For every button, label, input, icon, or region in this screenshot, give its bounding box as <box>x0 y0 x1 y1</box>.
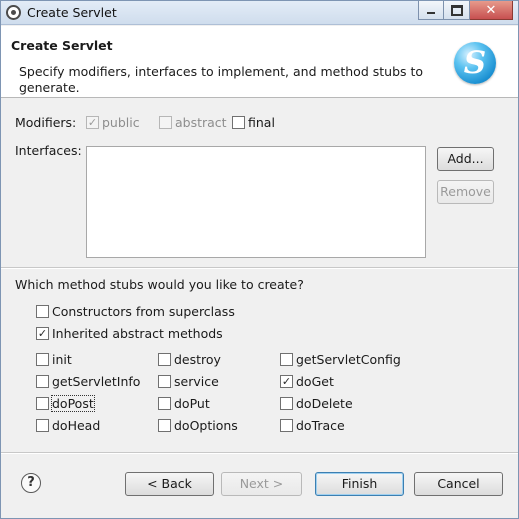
footer-divider <box>1 452 518 454</box>
servlet-logo-icon: S <box>454 42 496 84</box>
dialog-window: Create Servlet ✕ Create Servlet Specify … <box>0 0 519 519</box>
inherited-methods-label: Inherited abstract methods <box>52 326 223 341</box>
help-icon[interactable]: ? <box>21 473 41 493</box>
inherited-methods-checkbox[interactable] <box>36 327 49 340</box>
section-divider <box>1 267 518 269</box>
getservletinfo-checkbox[interactable] <box>36 375 49 388</box>
doget-checkbox[interactable] <box>280 375 293 388</box>
dohead-checkbox[interactable] <box>36 419 49 432</box>
modifiers-label: Modifiers: <box>15 115 77 130</box>
service-checkbox[interactable] <box>158 375 171 388</box>
constructors-label: Constructors from superclass <box>52 304 235 319</box>
public-label: public <box>102 115 140 130</box>
destroy-label: destroy <box>174 352 221 367</box>
finish-button[interactable]: Finish <box>315 472 404 496</box>
add-interface-button[interactable]: Add... <box>437 147 494 171</box>
close-button[interactable]: ✕ <box>470 1 513 20</box>
doput-checkbox[interactable] <box>158 397 171 410</box>
page-description: Specify modifiers, interfaces to impleme… <box>19 64 424 95</box>
remove-interface-button[interactable]: Remove <box>437 180 494 204</box>
dopost-label: doPost <box>51 395 95 412</box>
dohead-label: doHead <box>52 418 101 433</box>
getservletconfig-label: getServletConfig <box>296 352 401 367</box>
dodelete-checkbox[interactable] <box>280 397 293 410</box>
eclipse-app-icon <box>6 5 21 20</box>
stubs-question: Which method stubs would you like to cre… <box>15 277 304 292</box>
cancel-button[interactable]: Cancel <box>414 472 503 496</box>
doget-label: doGet <box>296 374 334 389</box>
back-button[interactable]: < Back <box>125 472 214 496</box>
getservletinfo-label: getServletInfo <box>52 374 141 389</box>
dooptions-checkbox[interactable] <box>158 419 171 432</box>
next-button[interactable]: Next > <box>221 472 302 496</box>
dooptions-label: doOptions <box>174 418 238 433</box>
window-title: Create Servlet <box>27 5 117 20</box>
init-checkbox[interactable] <box>36 353 49 366</box>
final-checkbox[interactable] <box>232 116 245 129</box>
doput-label: doPut <box>174 396 210 411</box>
dodelete-label: doDelete <box>296 396 353 411</box>
destroy-checkbox[interactable] <box>158 353 171 366</box>
window-controls: ✕ <box>418 1 513 20</box>
service-label: service <box>174 374 219 389</box>
init-label: init <box>52 352 72 367</box>
title-bar: Create Servlet ✕ <box>1 1 518 25</box>
maximize-button[interactable] <box>444 1 470 20</box>
minimize-button[interactable] <box>418 1 444 20</box>
dopost-checkbox[interactable] <box>36 397 49 410</box>
interfaces-label: Interfaces: <box>15 143 82 158</box>
public-checkbox[interactable] <box>86 116 99 129</box>
dotrace-label: doTrace <box>296 418 345 433</box>
interfaces-list[interactable] <box>86 146 426 258</box>
close-icon: ✕ <box>485 2 497 18</box>
abstract-checkbox[interactable] <box>159 116 172 129</box>
getservletconfig-checkbox[interactable] <box>280 353 293 366</box>
wizard-header: Create Servlet Specify modifiers, interf… <box>1 26 518 98</box>
constructors-checkbox[interactable] <box>36 305 49 318</box>
page-title: Create Servlet <box>11 38 113 53</box>
final-label: final <box>248 115 275 130</box>
abstract-label: abstract <box>175 115 227 130</box>
dotrace-checkbox[interactable] <box>280 419 293 432</box>
